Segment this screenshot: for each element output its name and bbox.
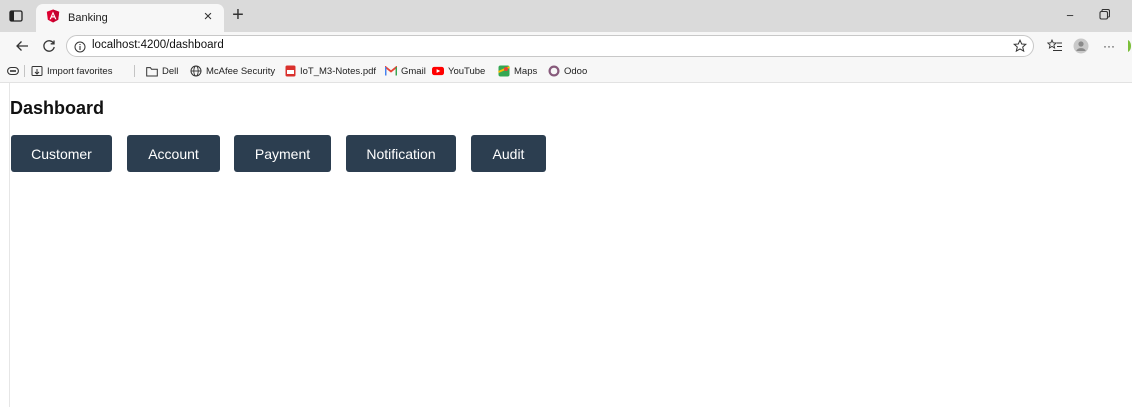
favorite-item[interactable]: Dell xyxy=(146,64,178,78)
favorites-list-icon[interactable] xyxy=(1046,37,1064,55)
favorite-label: McAfee Security xyxy=(206,65,276,77)
url-text[interactable]: localhost:4200/dashboard xyxy=(92,39,224,51)
favorites-divider xyxy=(24,65,25,77)
profile-avatar-icon[interactable] xyxy=(1072,37,1090,55)
restore-icon[interactable] xyxy=(1096,8,1112,24)
youtube-icon xyxy=(432,65,444,77)
maps-icon xyxy=(498,65,510,77)
back-icon[interactable] xyxy=(13,37,31,55)
pdf-icon xyxy=(284,65,296,77)
refresh-icon[interactable] xyxy=(40,37,58,55)
gmail-icon xyxy=(385,65,397,77)
payment-button[interactable]: Payment xyxy=(234,135,331,172)
favorite-item[interactable]: IoT_M3-Notes.pdf xyxy=(284,64,376,78)
odoo-icon xyxy=(548,65,560,77)
tab-title: Banking xyxy=(68,12,108,24)
import-favorites-label: Import favorites xyxy=(47,65,113,77)
notification-button[interactable]: Notification xyxy=(346,135,456,172)
audit-button[interactable]: Audit xyxy=(471,135,546,172)
favorite-item[interactable]: McAfee Security xyxy=(190,64,275,78)
favorite-label: Odoo xyxy=(564,65,588,77)
angular-favicon-icon xyxy=(46,9,60,28)
page-title: Dashboard xyxy=(10,98,105,118)
globe-icon xyxy=(190,65,202,77)
import-icon xyxy=(31,65,43,77)
favorite-star-icon[interactable] xyxy=(1012,38,1028,58)
tab-close-icon[interactable]: × xyxy=(200,9,216,25)
favorite-label: Gmail xyxy=(401,65,426,77)
favorite-label: YouTube xyxy=(448,65,486,77)
more-options-icon[interactable]: ··· xyxy=(1100,37,1118,55)
import-favorites-link[interactable]: Import favorites xyxy=(31,64,112,78)
browser-tab[interactable]: Banking × xyxy=(36,4,224,32)
favorite-label: IoT_M3-Notes.pdf xyxy=(300,65,377,77)
address-bar[interactable]: localhost:4200/dashboard xyxy=(66,35,1034,57)
copilot-icon[interactable] xyxy=(1124,37,1132,55)
favorites-bar: Import favorites Dell McAfee Security Io… xyxy=(0,60,1132,83)
customer-button[interactable]: Customer xyxy=(11,135,112,172)
tab-actions-icon[interactable] xyxy=(6,7,26,25)
page-edge xyxy=(9,83,10,407)
folder-icon xyxy=(146,65,158,77)
favorite-label: Dell xyxy=(162,65,179,77)
sidebar-toggle-icon[interactable] xyxy=(7,64,19,78)
favorites-divider xyxy=(134,65,135,77)
favorite-item[interactable]: Maps xyxy=(498,64,537,78)
tab-strip: Banking × + − xyxy=(0,0,1132,32)
new-tab-button[interactable]: + xyxy=(228,5,248,26)
favorite-item[interactable]: Gmail xyxy=(385,64,426,78)
favorite-label: Maps xyxy=(514,65,538,77)
favorite-item[interactable]: Odoo xyxy=(548,64,587,78)
account-button[interactable]: Account xyxy=(127,135,220,172)
info-icon[interactable] xyxy=(74,40,86,58)
minimize-icon[interactable]: − xyxy=(1062,8,1078,24)
favorite-item[interactable]: YouTube xyxy=(432,64,485,78)
